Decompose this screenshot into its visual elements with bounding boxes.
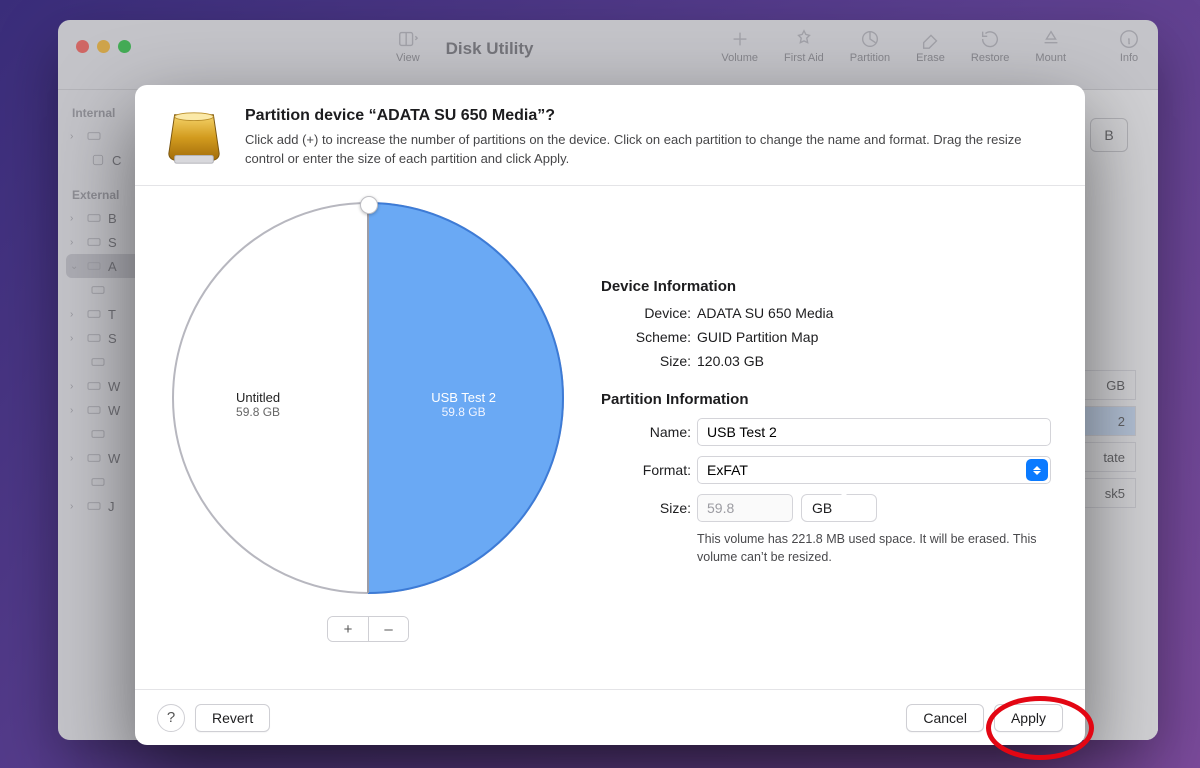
revert-button[interactable]: Revert	[195, 704, 270, 732]
devsize-value: 120.03 GB	[697, 353, 1051, 369]
add-partition-button[interactable]: +	[328, 617, 368, 641]
scheme-label: Scheme:	[601, 329, 691, 345]
device-info-heading: Device Information	[601, 278, 1051, 295]
chevron-updown-icon[interactable]	[1026, 459, 1048, 481]
device-label: Device:	[601, 305, 691, 321]
size-note: This volume has 221.8 MB used space. It …	[601, 530, 1051, 566]
sheet-title: Partition device “ADATA SU 650 Media”?	[245, 107, 1057, 125]
sheet-footer: ? Revert Cancel Apply	[135, 689, 1085, 745]
devsize-label: Size:	[601, 353, 691, 369]
size-unit-select[interactable]: GB	[801, 494, 877, 522]
format-select[interactable]	[697, 456, 1051, 484]
sheet-description: Click add (+) to increase the number of …	[245, 131, 1057, 169]
chevron-updown-icon[interactable]	[832, 497, 848, 519]
scheme-value: GUID Partition Map	[697, 329, 1051, 345]
size-label: Size:	[601, 500, 691, 516]
size-input[interactable]	[697, 494, 793, 522]
add-remove-group: + –	[327, 616, 409, 642]
partition-pie[interactable]: Untitled 59.8 GB USB Test 2 59.8 GB	[168, 198, 568, 598]
name-label: Name:	[601, 424, 691, 440]
partition-sheet: Partition device “ADATA SU 650 Media”? C…	[135, 85, 1085, 745]
device-value: ADATA SU 650 Media	[697, 305, 1051, 321]
remove-partition-button[interactable]: –	[368, 617, 408, 641]
pie-label-right[interactable]: USB Test 2 59.8 GB	[431, 390, 496, 419]
pie-label-left[interactable]: Untitled 59.8 GB	[236, 390, 280, 419]
resize-handle[interactable]	[360, 196, 378, 214]
help-button[interactable]: ?	[157, 704, 185, 732]
name-input[interactable]	[697, 418, 1051, 446]
external-drive-icon	[163, 107, 225, 169]
apply-button[interactable]: Apply	[994, 704, 1063, 732]
cancel-button[interactable]: Cancel	[906, 704, 984, 732]
partition-info-heading: Partition Information	[601, 391, 1051, 408]
format-label: Format:	[601, 462, 691, 478]
